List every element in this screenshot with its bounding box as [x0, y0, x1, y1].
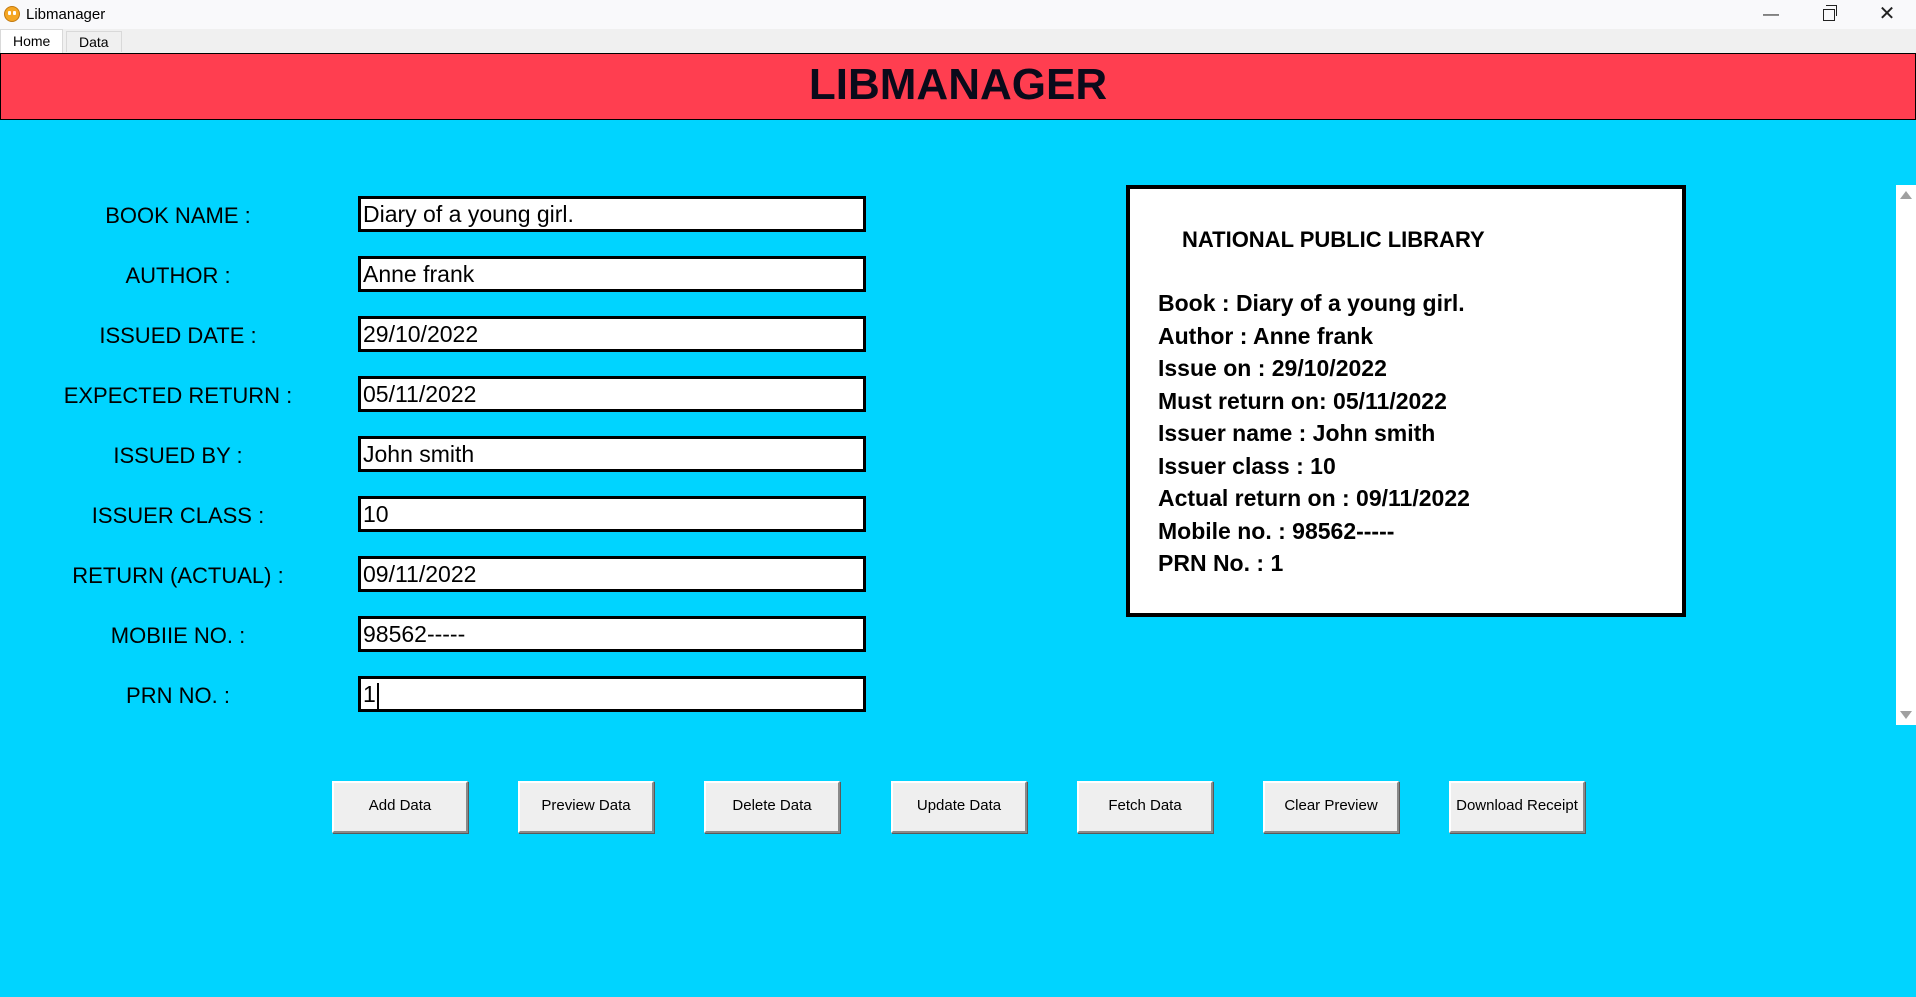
- preview-data-button[interactable]: Preview Data: [518, 781, 654, 833]
- issued-date-input[interactable]: 29/10/2022: [358, 316, 866, 352]
- issuer-class-input[interactable]: 10: [358, 496, 866, 532]
- fetch-data-button[interactable]: Fetch Data: [1077, 781, 1213, 833]
- scroll-down-icon[interactable]: [1900, 711, 1912, 719]
- receipt-line-must-return: Must return on: 05/11/2022: [1158, 388, 1447, 414]
- app-header: LIBMANAGER: [0, 53, 1916, 120]
- delete-data-button[interactable]: Delete Data: [704, 781, 840, 833]
- receipt-line-actual-return: Actual return on : 09/11/2022: [1158, 485, 1470, 511]
- receipt-line-issuer-class: Issuer class : 10: [1158, 453, 1336, 479]
- add-data-button[interactable]: Add Data: [332, 781, 468, 833]
- issued-date-label: ISSUED DATE :: [99, 323, 257, 348]
- download-receipt-button[interactable]: Download Receipt: [1449, 781, 1585, 833]
- receipt-preview: NATIONAL PUBLIC LIBRARY Book : Diary of …: [1126, 185, 1686, 617]
- mobile-no-label: MOBIIE NO. :: [110, 623, 246, 648]
- minimize-icon[interactable]: —: [1742, 0, 1800, 29]
- issuer-class-label: ISSUER CLASS :: [91, 503, 265, 528]
- app-icon: [4, 6, 20, 22]
- receipt-scrollbar[interactable]: [1896, 185, 1916, 725]
- close-icon[interactable]: ✕: [1858, 0, 1916, 29]
- receipt-title: NATIONAL PUBLIC LIBRARY: [1182, 227, 1485, 252]
- title-bar: Libmanager — ✕: [0, 0, 1916, 29]
- main-panel: LIBMANAGER BOOK NAME : AUTHOR : ISSUED D…: [0, 53, 1916, 997]
- expected-return-input[interactable]: 05/11/2022: [358, 376, 866, 412]
- expected-return-label: EXPECTED RETURN :: [63, 383, 293, 408]
- receipt-line-issuer-name: Issuer name : John smith: [1158, 420, 1436, 446]
- author-label: AUTHOR :: [125, 263, 231, 288]
- text-caret: [376, 682, 379, 709]
- clear-preview-button[interactable]: Clear Preview: [1263, 781, 1399, 833]
- mobile-no-input[interactable]: 98562-----: [358, 616, 866, 652]
- receipt-line-mobile: Mobile no. : 98562-----: [1158, 518, 1395, 544]
- book-name-label: BOOK NAME :: [105, 203, 251, 228]
- receipt-line-prn: PRN No. : 1: [1158, 550, 1284, 576]
- receipt-line-book: Book : Diary of a young girl.: [1158, 290, 1465, 316]
- window-title: Libmanager: [26, 6, 106, 23]
- author-input[interactable]: Anne frank: [358, 256, 866, 292]
- tab-home[interactable]: Home: [0, 29, 64, 53]
- receipt-line-author: Author : Anne frank: [1158, 323, 1374, 349]
- maximize-icon[interactable]: [1800, 0, 1858, 29]
- book-name-input[interactable]: Diary of a young girl.: [358, 196, 866, 232]
- prn-no-label: PRN NO. :: [126, 683, 230, 708]
- tab-data[interactable]: Data: [66, 31, 122, 52]
- update-data-button[interactable]: Update Data: [891, 781, 1027, 833]
- issued-by-input[interactable]: John smith: [358, 436, 866, 472]
- page-title: LIBMANAGER: [808, 60, 1108, 109]
- issued-by-label: ISSUED BY :: [113, 443, 243, 468]
- return-actual-input[interactable]: 09/11/2022: [358, 556, 866, 592]
- tab-bar: Home Data: [0, 29, 1916, 53]
- prn-no-input[interactable]: 1: [358, 676, 866, 712]
- return-actual-label: RETURN (ACTUAL) :: [72, 563, 284, 588]
- scroll-up-icon[interactable]: [1900, 191, 1912, 199]
- receipt-line-issue-date: Issue on : 29/10/2022: [1158, 355, 1387, 381]
